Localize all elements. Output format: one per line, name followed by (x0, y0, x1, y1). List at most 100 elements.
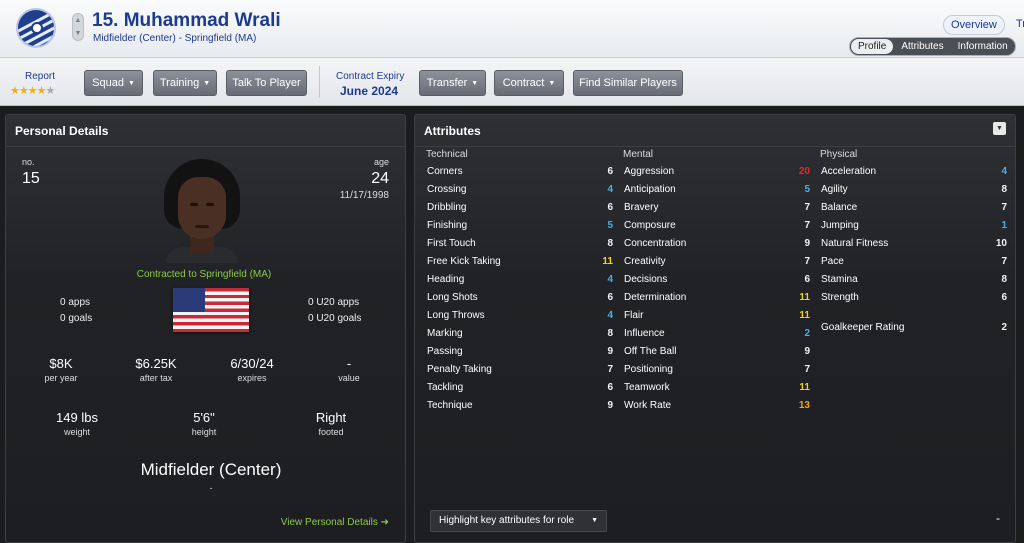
attribute-row-off-the-ball[interactable]: Off The Ball 9 (624, 346, 810, 364)
attribute-row-finishing[interactable]: Finishing 5 (427, 220, 613, 238)
attribute-value: 20 (798, 166, 810, 177)
attribute-value: 11 (799, 292, 810, 303)
preferred-foot-label: footed (318, 427, 344, 437)
attribute-name: Tackling (427, 382, 464, 393)
attribute-row-long-shots[interactable]: Long Shots 6 (427, 292, 613, 310)
player-position-club[interactable]: Midfielder (Center) - Springfield (MA) (93, 33, 256, 44)
goalkeeper-rating-row[interactable]: Goalkeeper Rating 2 (821, 322, 1007, 340)
usa-flag-icon[interactable] (173, 288, 249, 332)
contract-button-label: Contract (502, 77, 545, 89)
player-stepper[interactable]: ▲ ▼ (72, 13, 84, 41)
attribute-row-dribbling[interactable]: Dribbling 6 (427, 202, 613, 220)
attribute-row-determination[interactable]: Determination 11 (624, 292, 810, 310)
attribute-value: 8 (1001, 274, 1007, 285)
training-button[interactable]: Training ▼ (153, 70, 217, 96)
attribute-row-strength[interactable]: Strength 6 (821, 292, 1007, 310)
attribute-name: First Touch (427, 238, 476, 249)
attribute-value: 6 (607, 166, 613, 177)
attribute-name: Teamwork (624, 382, 670, 393)
attribute-row-bravery[interactable]: Bravery 7 (624, 202, 810, 220)
attribute-row-marking[interactable]: Marking 8 (427, 328, 613, 346)
attribute-row-anticipation[interactable]: Anticipation 5 (624, 184, 810, 202)
attribute-value: 7 (804, 256, 810, 267)
player-name: 15. Muhammad Wrali (92, 10, 281, 31)
attribute-name: Penalty Taking (427, 364, 492, 375)
attribute-name: Free Kick Taking (427, 256, 501, 267)
squad-number-label: no. (22, 157, 35, 167)
attribute-row-natural-fitness[interactable]: Natural Fitness 10 (821, 238, 1007, 256)
height-label: height (191, 427, 217, 437)
panel-menu-chevron-icon[interactable]: ▼ (993, 122, 1006, 135)
attribute-row-composure[interactable]: Composure 7 (624, 220, 810, 238)
report-label[interactable]: Report (25, 71, 55, 82)
attribute-row-free-kick-taking[interactable]: Free Kick Taking 11 (427, 256, 613, 274)
attribute-name: Passing (427, 346, 463, 357)
subtab-information[interactable]: Information (951, 38, 1015, 55)
nav-overview-tab[interactable]: Overview (943, 15, 1005, 35)
attribute-value: 7 (804, 364, 810, 375)
contracted-to-club[interactable]: Contracted to Springfield (MA) (6, 269, 402, 280)
caret-down-icon: ▼ (127, 80, 135, 87)
attribute-value: 7 (804, 202, 810, 213)
attribute-row-work-rate[interactable]: Work Rate 13 (624, 400, 810, 418)
market-value-label: value (338, 373, 360, 383)
squad-button[interactable]: Squad ▼ (84, 70, 143, 96)
attribute-row-tackling[interactable]: Tackling 6 (427, 382, 613, 400)
attribute-value: 7 (804, 220, 810, 231)
attributes-title: Attributes (424, 124, 481, 138)
attribute-row-acceleration[interactable]: Acceleration 4 (821, 166, 1007, 184)
attribute-row-penalty-taking[interactable]: Penalty Taking 7 (427, 364, 613, 382)
attribute-row-jumping[interactable]: Jumping 1 (821, 220, 1007, 238)
attribute-row-teamwork[interactable]: Teamwork 11 (624, 382, 810, 400)
view-personal-details-link[interactable]: View Personal Details ➜ (281, 517, 389, 528)
squad-number: 15 (22, 170, 40, 187)
chevron-down-icon[interactable]: ▼ (73, 27, 83, 40)
attribute-value: 4 (607, 184, 613, 195)
attribute-row-concentration[interactable]: Concentration 9 (624, 238, 810, 256)
report-star-rating[interactable]: ★★★★★ (10, 84, 55, 97)
attribute-value: 6 (607, 382, 613, 393)
attribute-row-agility[interactable]: Agility 8 (821, 184, 1007, 202)
attribute-value: 5 (804, 184, 810, 195)
club-crest-icon[interactable] (16, 8, 56, 48)
attribute-name: Long Throws (427, 310, 485, 321)
attribute-row-stamina[interactable]: Stamina 8 (821, 274, 1007, 292)
player-header: ▲ ▼ 15. Muhammad Wrali Midfielder (Cente… (0, 0, 1024, 58)
highlight-role-dropdown[interactable]: Highlight key attributes for role ▼ (430, 510, 607, 532)
subtab-profile[interactable]: Profile (851, 39, 894, 54)
caret-down-icon: ▼ (591, 517, 598, 524)
find-similar-players-button[interactable]: Find Similar Players (573, 70, 683, 96)
attribute-row-passing[interactable]: Passing 9 (427, 346, 613, 364)
attribute-row-flair[interactable]: Flair 11 (624, 310, 810, 328)
attribute-value: 13 (798, 400, 810, 411)
attribute-row-crossing[interactable]: Crossing 4 (427, 184, 613, 202)
u20-goals-count: 0 U20 goals (308, 313, 362, 324)
attribute-row-pace[interactable]: Pace 7 (821, 256, 1007, 274)
attribute-name: Strength (821, 292, 859, 303)
attribute-row-positioning[interactable]: Positioning 7 (624, 364, 810, 382)
attribute-row-balance[interactable]: Balance 7 (821, 202, 1007, 220)
attribute-row-technique[interactable]: Technique 9 (427, 400, 613, 418)
attribute-row-corners[interactable]: Corners 6 (427, 166, 613, 184)
attribute-row-influence[interactable]: Influence 2 (624, 328, 810, 346)
collapse-minus-icon[interactable]: - (996, 511, 1000, 525)
attribute-row-decisions[interactable]: Decisions 6 (624, 274, 810, 292)
attribute-row-aggression[interactable]: Aggression 20 (624, 166, 810, 184)
nav-next-tab[interactable]: Tr (1016, 18, 1024, 30)
attribute-row-heading[interactable]: Heading 4 (427, 274, 613, 292)
age-value: 24 (371, 170, 389, 187)
chevron-up-icon[interactable]: ▲ (73, 14, 83, 27)
panel-divider (6, 146, 405, 147)
talk-to-player-button[interactable]: Talk To Player (226, 70, 307, 96)
apps-count: 0 apps (60, 297, 91, 308)
contract-button[interactable]: Contract ▼ (494, 70, 564, 96)
transfer-button[interactable]: Transfer ▼ (419, 70, 486, 96)
attribute-row-first-touch[interactable]: First Touch 8 (427, 238, 613, 256)
attribute-value: 4 (1001, 166, 1007, 177)
attribute-row-long-throws[interactable]: Long Throws 4 (427, 310, 613, 328)
attribute-value: 10 (995, 238, 1007, 249)
subtab-attributes[interactable]: Attributes (894, 38, 950, 55)
attribute-row-creativity[interactable]: Creativity 7 (624, 256, 810, 274)
attribute-name: Determination (624, 292, 687, 303)
attribute-name: Anticipation (624, 184, 676, 195)
